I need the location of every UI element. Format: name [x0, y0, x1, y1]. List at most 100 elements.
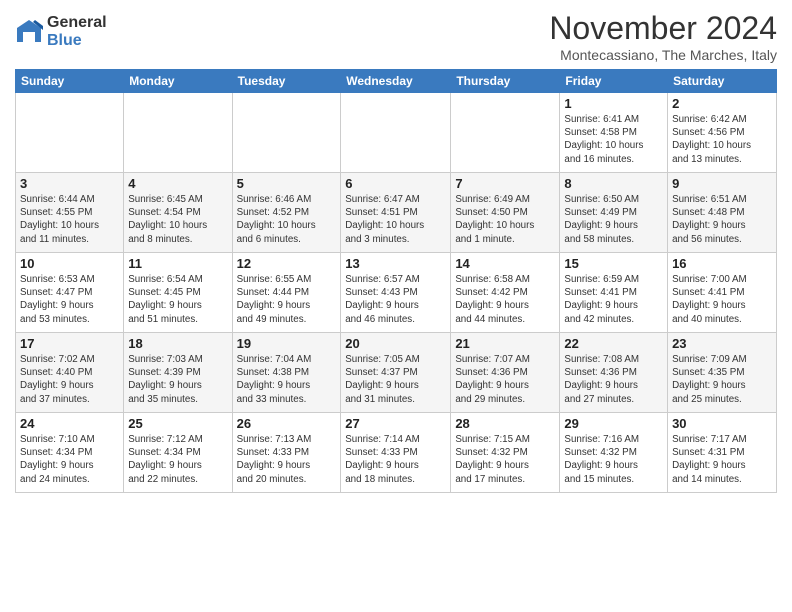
table-row: 10Sunrise: 6:53 AM Sunset: 4:47 PM Dayli… [16, 253, 124, 333]
header-sunday: Sunday [16, 70, 124, 93]
day-number: 6 [345, 176, 446, 191]
day-info: Sunrise: 6:55 AM Sunset: 4:44 PM Dayligh… [237, 273, 337, 326]
day-number: 8 [564, 176, 663, 191]
day-info: Sunrise: 7:02 AM Sunset: 4:40 PM Dayligh… [20, 353, 119, 406]
day-info: Sunrise: 6:54 AM Sunset: 4:45 PM Dayligh… [128, 273, 227, 326]
day-number: 5 [237, 176, 337, 191]
day-number: 24 [20, 416, 119, 431]
day-info: Sunrise: 6:44 AM Sunset: 4:55 PM Dayligh… [20, 193, 119, 246]
table-row: 1Sunrise: 6:41 AM Sunset: 4:58 PM Daylig… [560, 93, 668, 173]
calendar-week-row: 10Sunrise: 6:53 AM Sunset: 4:47 PM Dayli… [16, 253, 777, 333]
table-row: 13 Sunrise: 6:57 AM Sunset: 4:43 PM Dayli… [341, 253, 451, 333]
table-row: 3Sunrise: 6:44 AM Sunset: 4:55 PM Daylig… [16, 173, 124, 253]
table-row [16, 93, 124, 173]
table-row: 21Sunrise: 7:07 AM Sunset: 4:36 PM Dayli… [451, 333, 560, 413]
header: General Blue November 2024 Montecassiano… [15, 10, 777, 63]
table-row: 20 Sunrise: 7:05 AM Sunset: 4:37 PM Dayli… [341, 333, 451, 413]
table-row: 23 Sunrise: 7:09 AM Sunset: 4:35 PM Dayli… [668, 333, 777, 413]
table-row: 24 Sunrise: 7:10 AM Sunset: 4:34 PM Dayli… [16, 413, 124, 493]
calendar-table: Sunday Monday Tuesday Wednesday Thursday… [15, 69, 777, 493]
day-info: Sunrise: 6:49 AM Sunset: 4:50 PM Dayligh… [455, 193, 555, 246]
calendar-week-row: 17Sunrise: 7:02 AM Sunset: 4:40 PM Dayli… [16, 333, 777, 413]
day-info: Sunrise: 7:09 AM Sunset: 4:35 PM Dayligh… [672, 353, 772, 406]
day-number: 4 [128, 176, 227, 191]
day-info: Sunrise: 7:12 AM Sunset: 4:34 PM Dayligh… [128, 433, 227, 486]
day-number: 14 [455, 256, 555, 271]
day-info: Sunrise: 6:41 AM Sunset: 4:58 PM Dayligh… [564, 113, 663, 166]
table-row: 27 Sunrise: 7:14 AM Sunset: 4:33 PM Dayli… [341, 413, 451, 493]
table-row: 26 Sunrise: 7:13 AM Sunset: 4:33 PM Dayli… [232, 413, 341, 493]
table-row: 2 Sunrise: 6:42 AM Sunset: 4:56 PM Daylig… [668, 93, 777, 173]
header-monday: Monday [124, 70, 232, 93]
day-info: Sunrise: 6:42 AM Sunset: 4:56 PM Dayligh… [672, 113, 772, 166]
title-area: November 2024 Montecassiano, The Marches… [549, 10, 777, 63]
header-tuesday: Tuesday [232, 70, 341, 93]
day-info: Sunrise: 6:59 AM Sunset: 4:41 PM Dayligh… [564, 273, 663, 326]
day-info: Sunrise: 7:10 AM Sunset: 4:34 PM Dayligh… [20, 433, 119, 486]
day-info: Sunrise: 7:00 AM Sunset: 4:41 PM Dayligh… [672, 273, 772, 326]
day-info: Sunrise: 6:47 AM Sunset: 4:51 PM Dayligh… [345, 193, 446, 246]
calendar-week-row: 24 Sunrise: 7:10 AM Sunset: 4:34 PM Dayli… [16, 413, 777, 493]
day-info: Sunrise: 6:50 AM Sunset: 4:49 PM Dayligh… [564, 193, 663, 246]
table-row: 28Sunrise: 7:15 AM Sunset: 4:32 PM Dayli… [451, 413, 560, 493]
table-row: 16 Sunrise: 7:00 AM Sunset: 4:41 PM Dayli… [668, 253, 777, 333]
logo-icon [15, 18, 43, 46]
day-number: 2 [672, 96, 772, 111]
table-row: 4 Sunrise: 6:45 AM Sunset: 4:54 PM Daylig… [124, 173, 232, 253]
day-number: 18 [128, 336, 227, 351]
day-number: 26 [237, 416, 337, 431]
day-number: 10 [20, 256, 119, 271]
header-thursday: Thursday [451, 70, 560, 93]
day-number: 20 [345, 336, 446, 351]
day-number: 19 [237, 336, 337, 351]
day-number: 22 [564, 336, 663, 351]
table-row: 18 Sunrise: 7:03 AM Sunset: 4:39 PM Dayli… [124, 333, 232, 413]
calendar-header-row: Sunday Monday Tuesday Wednesday Thursday… [16, 70, 777, 93]
table-row [124, 93, 232, 173]
table-row: 7Sunrise: 6:49 AM Sunset: 4:50 PM Daylig… [451, 173, 560, 253]
logo-general-text: General [47, 14, 107, 32]
table-row: 9Sunrise: 6:51 AM Sunset: 4:48 PM Daylig… [668, 173, 777, 253]
day-info: Sunrise: 7:03 AM Sunset: 4:39 PM Dayligh… [128, 353, 227, 406]
day-info: Sunrise: 7:16 AM Sunset: 4:32 PM Dayligh… [564, 433, 663, 486]
day-number: 28 [455, 416, 555, 431]
day-number: 23 [672, 336, 772, 351]
table-row [232, 93, 341, 173]
day-number: 11 [128, 256, 227, 271]
day-number: 13 [345, 256, 446, 271]
table-row: 22Sunrise: 7:08 AM Sunset: 4:36 PM Dayli… [560, 333, 668, 413]
table-row: 19 Sunrise: 7:04 AM Sunset: 4:38 PM Dayli… [232, 333, 341, 413]
day-number: 9 [672, 176, 772, 191]
day-info: Sunrise: 6:58 AM Sunset: 4:42 PM Dayligh… [455, 273, 555, 326]
calendar-week-row: 3Sunrise: 6:44 AM Sunset: 4:55 PM Daylig… [16, 173, 777, 253]
day-info: Sunrise: 7:04 AM Sunset: 4:38 PM Dayligh… [237, 353, 337, 406]
table-row: 29 Sunrise: 7:16 AM Sunset: 4:32 PM Dayli… [560, 413, 668, 493]
calendar-page: General Blue November 2024 Montecassiano… [0, 0, 792, 612]
table-row: 5Sunrise: 6:46 AM Sunset: 4:52 PM Daylig… [232, 173, 341, 253]
location: Montecassiano, The Marches, Italy [549, 47, 777, 63]
day-number: 16 [672, 256, 772, 271]
day-number: 12 [237, 256, 337, 271]
day-info: Sunrise: 7:17 AM Sunset: 4:31 PM Dayligh… [672, 433, 772, 486]
table-row: 15 Sunrise: 6:59 AM Sunset: 4:41 PM Dayli… [560, 253, 668, 333]
table-row [341, 93, 451, 173]
table-row [451, 93, 560, 173]
day-info: Sunrise: 6:45 AM Sunset: 4:54 PM Dayligh… [128, 193, 227, 246]
table-row: 17Sunrise: 7:02 AM Sunset: 4:40 PM Dayli… [16, 333, 124, 413]
day-number: 25 [128, 416, 227, 431]
day-number: 30 [672, 416, 772, 431]
table-row: 8 Sunrise: 6:50 AM Sunset: 4:49 PM Daylig… [560, 173, 668, 253]
day-info: Sunrise: 6:57 AM Sunset: 4:43 PM Dayligh… [345, 273, 446, 326]
header-wednesday: Wednesday [341, 70, 451, 93]
month-title: November 2024 [549, 10, 777, 47]
header-saturday: Saturday [668, 70, 777, 93]
day-info: Sunrise: 7:14 AM Sunset: 4:33 PM Dayligh… [345, 433, 446, 486]
day-number: 27 [345, 416, 446, 431]
day-info: Sunrise: 7:13 AM Sunset: 4:33 PM Dayligh… [237, 433, 337, 486]
table-row: 25 Sunrise: 7:12 AM Sunset: 4:34 PM Dayli… [124, 413, 232, 493]
day-number: 15 [564, 256, 663, 271]
day-info: Sunrise: 7:07 AM Sunset: 4:36 PM Dayligh… [455, 353, 555, 406]
day-number: 29 [564, 416, 663, 431]
table-row: 12 Sunrise: 6:55 AM Sunset: 4:44 PM Dayli… [232, 253, 341, 333]
day-info: Sunrise: 7:05 AM Sunset: 4:37 PM Dayligh… [345, 353, 446, 406]
